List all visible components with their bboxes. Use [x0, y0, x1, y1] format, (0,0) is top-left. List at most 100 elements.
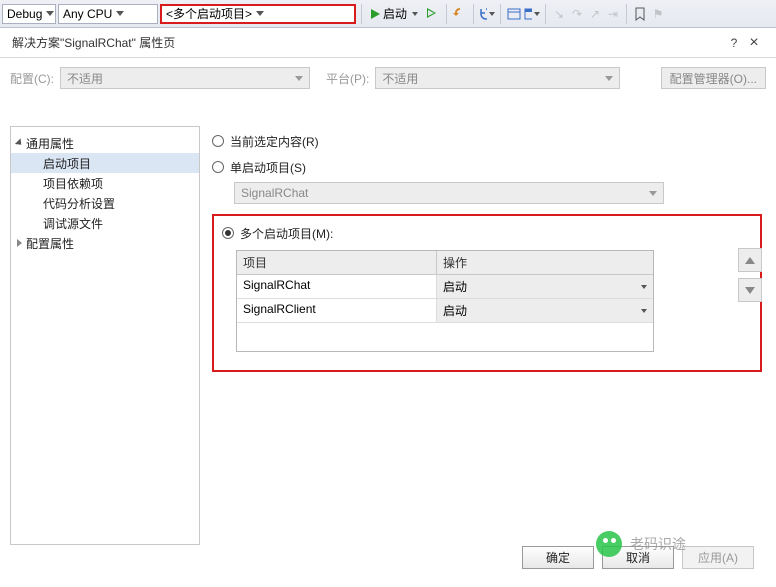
radio-single-startup[interactable]: 单启动项目(S): [212, 156, 762, 178]
watermark-text: 老码识途: [630, 534, 686, 554]
radio-icon: [212, 161, 224, 173]
tree-item-label: 项目依赖项: [43, 175, 103, 192]
refresh-icon[interactable]: [479, 6, 495, 22]
tree-node-common[interactable]: 通用属性: [11, 133, 199, 153]
window-icon[interactable]: [524, 6, 540, 22]
step-out-icon[interactable]: ↗: [587, 6, 603, 22]
platform-label: 平台(P):: [326, 70, 369, 87]
toolbar-separator: [361, 4, 362, 24]
toolbar-separator: [500, 4, 501, 24]
startup-settings-pane: 当前选定内容(R) 单启动项目(S) SignalRChat 多个启动项目(M)…: [208, 126, 776, 545]
toolbar-separator: [545, 4, 546, 24]
watermark: 老码识途: [596, 531, 686, 557]
chevron-down-icon: [295, 76, 303, 81]
radio-multi-startup[interactable]: 多个启动项目(M):: [222, 222, 752, 244]
single-startup-select: SignalRChat: [234, 182, 664, 204]
config-manager-button: 配置管理器(O)...: [661, 67, 766, 89]
category-tree[interactable]: 通用属性 启动项目 项目依赖项 代码分析设置 调试源文件 配置属性: [10, 126, 200, 545]
grid-header: 项目 操作: [237, 251, 653, 275]
start-without-debug-button[interactable]: [424, 4, 441, 24]
start-button-label: 启动: [383, 5, 407, 22]
dialog-title: 解决方案"SignalRChat" 属性页: [12, 34, 724, 51]
tree-node-label: 通用属性: [26, 135, 74, 152]
chevron-down-icon: [605, 76, 613, 81]
ok-button[interactable]: 确定: [522, 546, 594, 569]
config-select: 不适用: [60, 67, 310, 89]
platform-select-value: 不适用: [382, 70, 418, 87]
chevron-down-icon: [412, 12, 418, 16]
radio-icon: [212, 135, 224, 147]
chevron-down-icon: [641, 309, 647, 313]
config-combo[interactable]: Debug: [2, 4, 56, 24]
step-into-icon[interactable]: ↘: [551, 6, 567, 22]
chevron-down-icon: [534, 12, 540, 16]
radio-current-selection[interactable]: 当前选定内容(R): [212, 130, 762, 152]
arrow-up-icon: [745, 257, 755, 264]
bookmark-icon[interactable]: [632, 6, 648, 22]
collapse-icon: [17, 239, 22, 247]
play-outline-icon: [428, 9, 437, 19]
startup-projects-grid[interactable]: 项目 操作 SignalRChat 启动 SignalRClient 启动: [236, 250, 654, 352]
col-header-project: 项目: [237, 251, 437, 274]
tree-item-startup[interactable]: 启动项目: [11, 153, 199, 173]
col-header-action: 操作: [437, 251, 653, 274]
platform-combo[interactable]: Any CPU: [58, 4, 158, 24]
cell-project: SignalRChat: [237, 275, 437, 298]
tree-item-label: 调试源文件: [43, 215, 103, 232]
grid-empty-area: [237, 323, 653, 351]
chevron-down-icon: [46, 11, 54, 16]
dialog-body: 通用属性 启动项目 项目依赖项 代码分析设置 调试源文件 配置属性 当前选定内容…: [0, 126, 776, 545]
grid-row[interactable]: SignalRClient 启动: [237, 299, 653, 323]
chevron-down-icon: [256, 11, 264, 16]
grid-row[interactable]: SignalRChat 启动: [237, 275, 653, 299]
radio-label: 多个启动项目(M):: [240, 225, 333, 242]
radio-label: 当前选定内容(R): [230, 133, 319, 150]
play-icon: [371, 9, 380, 19]
cell-action-value: 启动: [443, 278, 467, 295]
tree-item-dependencies[interactable]: 项目依赖项: [11, 173, 199, 193]
config-platform-row: 配置(C): 不适用 平台(P): 不适用 配置管理器(O)...: [0, 58, 776, 98]
cell-action-select[interactable]: 启动: [437, 275, 653, 298]
step-over-icon[interactable]: ↷: [569, 6, 585, 22]
close-button[interactable]: ×: [744, 34, 764, 52]
cell-action-select[interactable]: 启动: [437, 299, 653, 322]
flag-icon[interactable]: ⚑: [650, 6, 666, 22]
config-label: 配置(C):: [10, 70, 54, 87]
config-select-value: 不适用: [67, 70, 103, 87]
tree-item-label: 启动项目: [43, 155, 91, 172]
apply-label: 应用(A): [698, 549, 738, 566]
move-up-button[interactable]: [738, 248, 762, 272]
main-toolbar: Debug Any CPU <多个启动项目> 启动 ↘ ↷ ↗ ⇥ ⚑: [0, 0, 776, 28]
tree-item-label: 代码分析设置: [43, 195, 115, 212]
toolbar-separator: [473, 4, 474, 24]
startup-combo-text: <多个启动项目>: [166, 5, 252, 22]
radio-label: 单启动项目(S): [230, 159, 306, 176]
chevron-down-icon: [641, 285, 647, 289]
startup-combo[interactable]: <多个启动项目>: [160, 4, 356, 24]
tree-item-debug-source[interactable]: 调试源文件: [11, 213, 199, 233]
chevron-down-icon: [649, 191, 657, 196]
browser-icon[interactable]: [506, 6, 522, 22]
arrow-down-icon: [745, 287, 755, 294]
hot-reload-icon[interactable]: [452, 6, 468, 22]
radio-icon-selected: [222, 227, 234, 239]
config-combo-text: Debug: [7, 7, 42, 21]
platform-select: 不适用: [375, 67, 620, 89]
tree-node-config[interactable]: 配置属性: [11, 233, 199, 253]
single-startup-value: SignalRChat: [241, 186, 308, 200]
tree-node-label: 配置属性: [26, 235, 74, 252]
toolbar-separator: [626, 4, 627, 24]
wechat-icon: [596, 531, 622, 557]
toolbar-separator: [446, 4, 447, 24]
config-manager-label: 配置管理器(O)...: [670, 70, 757, 87]
move-down-button[interactable]: [738, 278, 762, 302]
step-icon[interactable]: ⇥: [605, 6, 621, 22]
reorder-buttons: [738, 248, 762, 302]
start-button[interactable]: 启动: [367, 4, 422, 24]
tree-item-code-analysis[interactable]: 代码分析设置: [11, 193, 199, 213]
property-pages-dialog: 解决方案"SignalRChat" 属性页 ? × 配置(C): 不适用 平台(…: [0, 28, 776, 587]
chevron-down-icon: [489, 12, 495, 16]
ok-label: 确定: [546, 549, 570, 566]
multi-startup-box: 多个启动项目(M): 项目 操作 SignalRChat 启动 SignalRC…: [212, 214, 762, 372]
help-button[interactable]: ?: [724, 36, 744, 50]
